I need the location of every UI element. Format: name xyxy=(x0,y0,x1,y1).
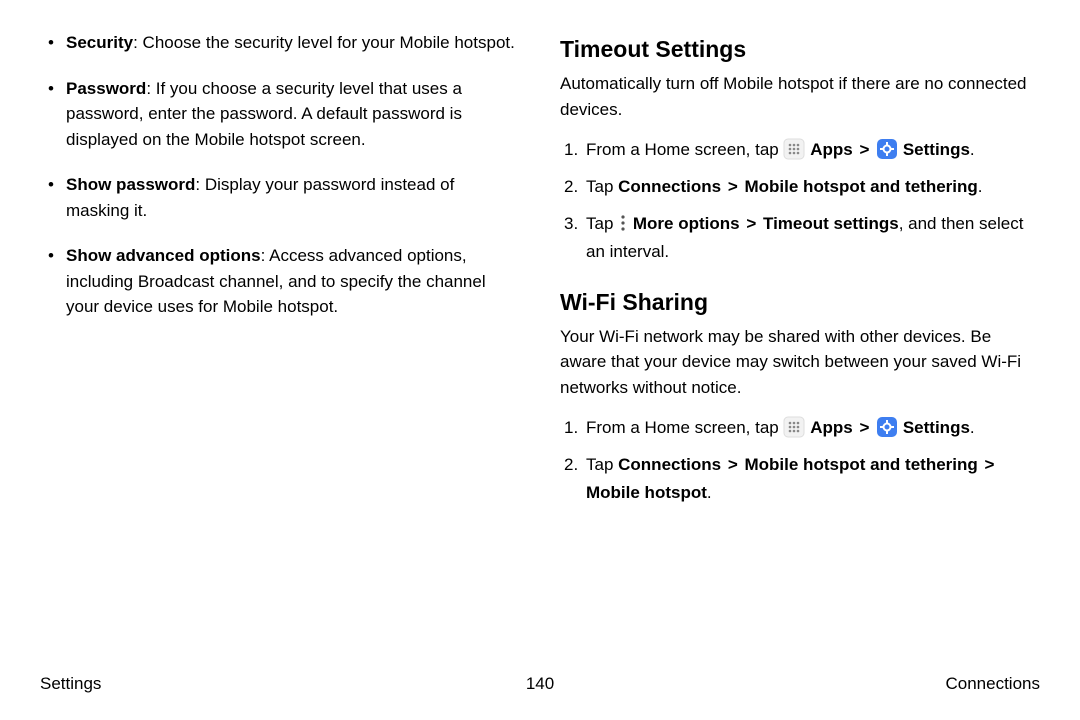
step-item: From a Home screen, tap Apps > Settings. xyxy=(586,136,1040,163)
item-bold: Security xyxy=(66,33,133,52)
heading-timeout-settings: Timeout Settings xyxy=(560,36,1040,63)
apps-icon xyxy=(783,138,805,160)
footer-left: Settings xyxy=(40,674,101,694)
apps-label: Apps xyxy=(810,140,853,159)
chevron-icon: > xyxy=(746,214,756,233)
item-text: : Choose the security level for your Mob… xyxy=(133,33,515,52)
step-bold: Mobile hotspot and tethering xyxy=(745,455,978,474)
step-text: Tap xyxy=(586,214,618,233)
apps-label: Apps xyxy=(810,418,853,437)
footer-right: Connections xyxy=(945,674,1040,694)
settings-label: Settings xyxy=(903,418,970,437)
step-bold: Timeout settings xyxy=(763,214,899,233)
footer-page-number: 140 xyxy=(526,674,554,694)
list-item: Password: If you choose a security level… xyxy=(66,76,520,153)
step-text: From a Home screen, tap xyxy=(586,140,783,159)
step-item: Tap Connections > Mobile hotspot and tet… xyxy=(586,451,1040,505)
step-item: Tap More options > Timeout settings, and… xyxy=(586,210,1040,264)
step-text: From a Home screen, tap xyxy=(586,418,783,437)
period: . xyxy=(970,418,975,437)
settings-icon xyxy=(876,416,898,438)
page-footer: Settings 140 Connections xyxy=(40,674,1040,694)
step-item: Tap Connections > Mobile hotspot and tet… xyxy=(586,173,1040,200)
settings-label: Settings xyxy=(903,140,970,159)
settings-icon xyxy=(876,138,898,160)
desc-wifi: Your Wi-Fi network may be shared with ot… xyxy=(560,324,1040,401)
step-bold: Mobile hotspot and tethering xyxy=(745,177,978,196)
step-bold: More options xyxy=(633,214,740,233)
item-bold: Password xyxy=(66,79,146,98)
step-text: Tap xyxy=(586,455,618,474)
left-bullet-list: Security: Choose the security level for … xyxy=(40,30,520,320)
list-item: Show password: Display your password ins… xyxy=(66,172,520,223)
heading-wifi-sharing: Wi-Fi Sharing xyxy=(560,289,1040,316)
step-text: Tap xyxy=(586,177,618,196)
step-bold: Connections xyxy=(618,177,721,196)
period: . xyxy=(707,483,712,502)
chevron-icon: > xyxy=(859,140,869,159)
chevron-icon: > xyxy=(728,177,738,196)
item-bold: Show advanced options xyxy=(66,246,261,265)
period: . xyxy=(970,140,975,159)
step-bold: Mobile hotspot xyxy=(586,483,707,502)
list-item: Security: Choose the security level for … xyxy=(66,30,520,56)
step-item: From a Home screen, tap Apps > Settings. xyxy=(586,414,1040,441)
chevron-icon: > xyxy=(859,418,869,437)
chevron-icon: > xyxy=(985,455,995,474)
chevron-icon: > xyxy=(728,455,738,474)
desc-timeout: Automatically turn off Mobile hotspot if… xyxy=(560,71,1040,122)
list-item: Show advanced options: Access advanced o… xyxy=(66,243,520,320)
apps-icon xyxy=(783,416,805,438)
period: . xyxy=(978,177,983,196)
more-options-icon xyxy=(618,212,628,234)
steps-timeout: From a Home screen, tap Apps > Settings.… xyxy=(560,136,1040,265)
step-bold: Connections xyxy=(618,455,721,474)
item-bold: Show password xyxy=(66,175,195,194)
steps-wifi: From a Home screen, tap Apps > Settings.… xyxy=(560,414,1040,506)
